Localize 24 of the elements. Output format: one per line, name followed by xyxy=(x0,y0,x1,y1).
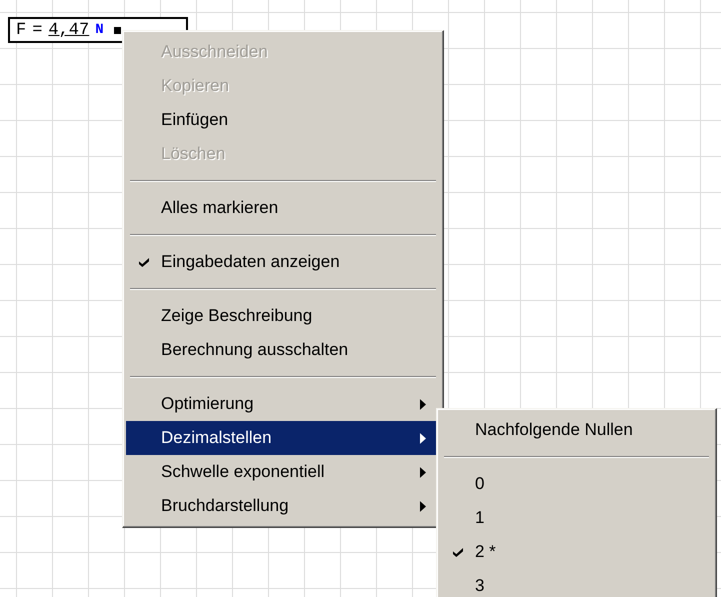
checkmark-icon xyxy=(138,258,148,266)
formula-variable: F xyxy=(16,20,26,40)
menu-item[interactable]: Nachfolgende Nullen xyxy=(440,413,713,447)
submenu-arrow-icon xyxy=(420,500,426,512)
submenu-arrow-icon xyxy=(420,466,426,478)
menu-item[interactable]: Zeige Beschreibung xyxy=(126,299,440,333)
menu-item[interactable]: Berechnung ausschalten xyxy=(126,333,440,367)
menu-item[interactable]: Optimierung xyxy=(126,387,440,421)
checkmark-icon xyxy=(452,548,462,556)
menu-item[interactable]: Bruchdarstellung xyxy=(126,489,440,523)
formula-unit: N xyxy=(95,22,104,38)
menu-item[interactable]: 2 * xyxy=(440,535,713,569)
menu-item[interactable]: Einfügen xyxy=(126,103,440,137)
placeholder-square-icon xyxy=(114,26,121,34)
menu-item[interactable]: 1 xyxy=(440,501,713,535)
menu-item[interactable]: Eingabedaten anzeigen xyxy=(126,245,440,279)
submenu-arrow-icon xyxy=(420,432,426,444)
menu-item[interactable]: Schwelle exponentiell xyxy=(126,455,440,489)
menu-item[interactable]: 0 xyxy=(440,467,713,501)
submenu-arrow-icon xyxy=(420,398,426,410)
menu-item[interactable]: 3 xyxy=(440,569,713,597)
formula-equals: = xyxy=(32,20,42,40)
formula-value: 4,47 xyxy=(48,20,90,40)
menu-item[interactable]: Alles markieren xyxy=(126,191,440,225)
